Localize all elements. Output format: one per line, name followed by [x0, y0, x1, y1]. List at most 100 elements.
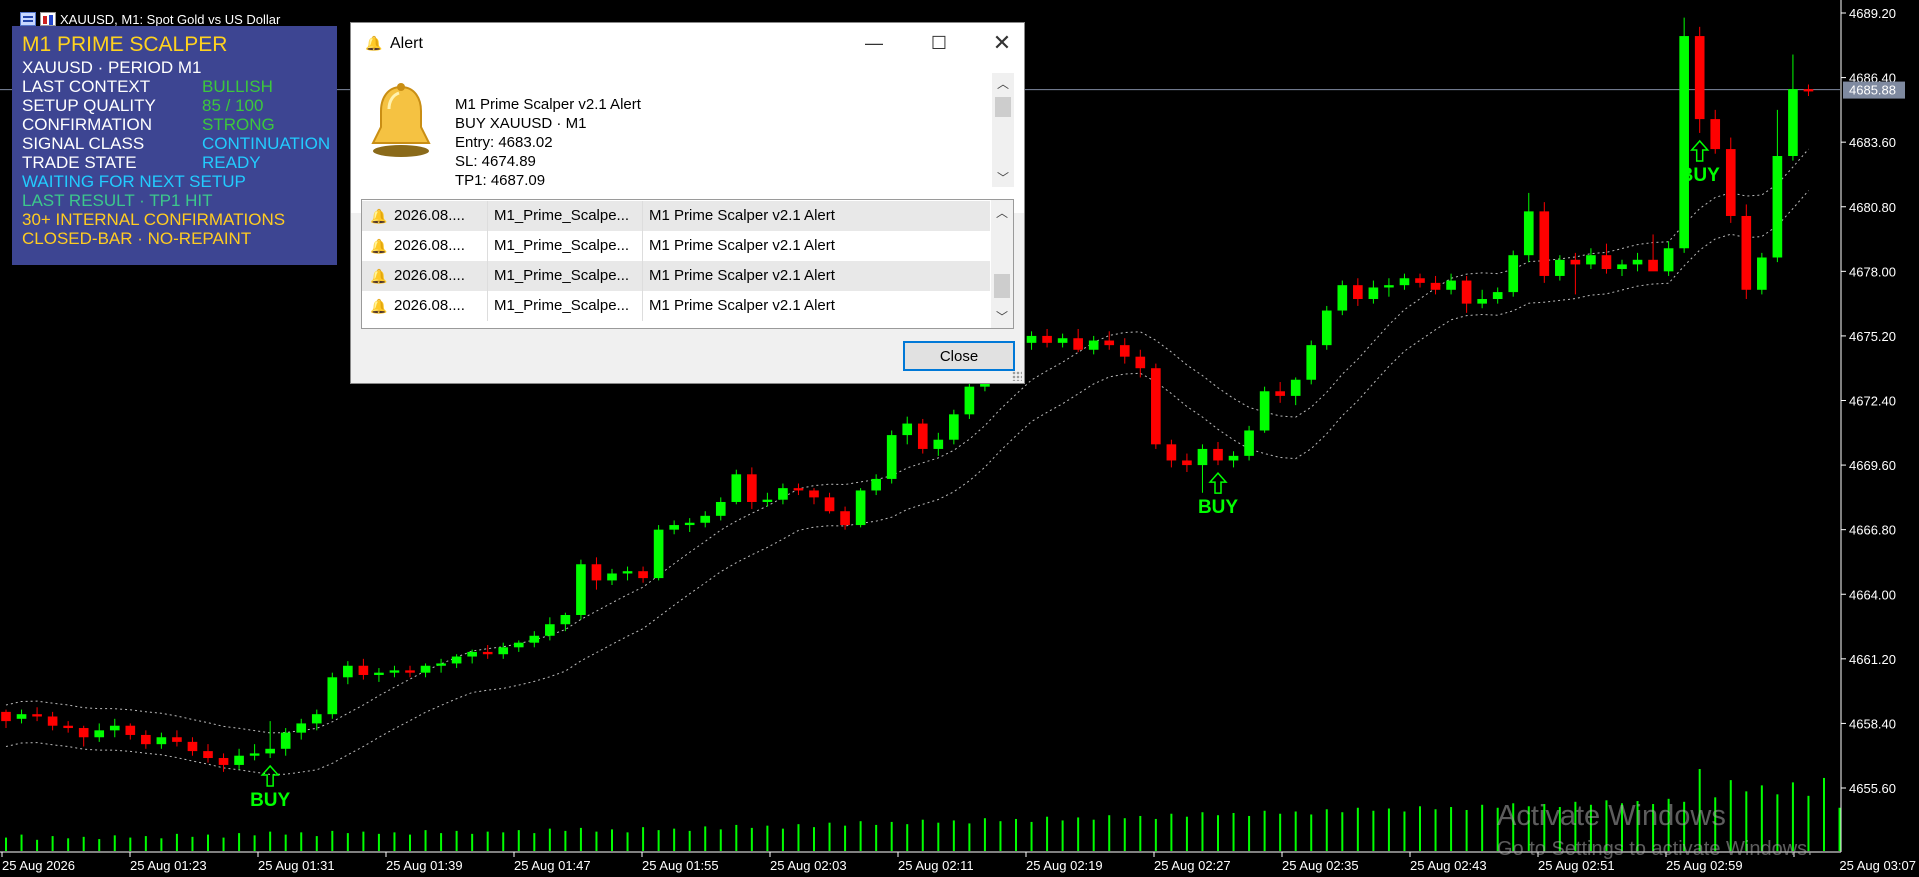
scroll-up-arrow-icon[interactable]: ︿ [991, 202, 1013, 222]
scroll-down-arrow-icon[interactable]: ﹀ [991, 306, 1013, 326]
resize-grip-icon[interactable] [1012, 371, 1022, 381]
candle [871, 474, 881, 496]
candle-body [47, 716, 58, 726]
candle-body [436, 663, 446, 666]
candle [1461, 275, 1472, 313]
candle-body [32, 714, 42, 717]
candle [1166, 439, 1177, 468]
alert-history-list[interactable]: 🔔 2026.08.... M1_Prime_Scalpe... M1 Prim… [361, 199, 1014, 329]
candle [1601, 243, 1612, 274]
menu-icon[interactable] [20, 12, 36, 26]
candle [451, 654, 462, 669]
candle [545, 617, 555, 641]
list-item[interactable]: 🔔 2026.08.... M1_Prime_Scalpe... M1 Prim… [362, 261, 990, 291]
candle [63, 721, 73, 733]
list-item[interactable]: 🔔 2026.08.... M1_Prime_Scalpe... M1 Prim… [362, 231, 990, 261]
candle [218, 753, 229, 772]
candle-body [1757, 257, 1767, 290]
candle-body [109, 725, 120, 731]
candle [1321, 305, 1332, 350]
dialog-title-bar[interactable]: 🔔 Alert — ☐ ✕ [351, 23, 1024, 63]
message-scrollbar[interactable]: ︿ ﹀ [992, 73, 1014, 187]
candle [78, 725, 89, 747]
alert-dialog[interactable]: 🔔 Alert — ☐ ✕ M1 Prime Scalper v2.1 Aler… [350, 22, 1025, 384]
candle [327, 672, 338, 719]
price-tick-label: 4689.20 [1849, 6, 1896, 21]
candle-body [917, 423, 928, 449]
candle [467, 649, 477, 664]
candle-body [840, 511, 850, 526]
candle [1663, 241, 1674, 276]
candle [1648, 234, 1658, 272]
candle [498, 642, 509, 659]
chart-window-icon[interactable] [40, 12, 56, 26]
candle [1088, 335, 1099, 355]
candle-body [405, 670, 415, 673]
candle [1197, 444, 1208, 493]
candle [560, 612, 571, 632]
candle-body [855, 490, 866, 526]
candle [141, 730, 151, 749]
scroll-thumb[interactable] [994, 274, 1010, 298]
price-tick-label: 4669.60 [1849, 458, 1896, 473]
panel-label: LAST CONTEXT [22, 77, 151, 96]
candle [1104, 331, 1115, 350]
candle-body [1306, 345, 1317, 380]
close-window-button[interactable]: ✕ [980, 27, 1024, 59]
candle-body [545, 624, 555, 636]
alert-source: M1_Prime_Scalpe... [488, 231, 643, 261]
time-tick-label: 25 Aug 01:55 [642, 858, 719, 873]
candle [1679, 17, 1689, 253]
candle [529, 631, 540, 648]
candle [1508, 250, 1519, 297]
time-tick-label: 25 Aug 2026 [2, 858, 75, 873]
candle-body [684, 522, 695, 526]
indicator-info-panel: M1 PRIME SCALPER XAUUSD · PERIOD M1 LAST… [12, 26, 337, 265]
price-tick-label: 4680.80 [1849, 200, 1896, 215]
scroll-up-arrow-icon[interactable]: ︿ [992, 73, 1014, 93]
candle [1275, 382, 1285, 403]
candle-body [1290, 379, 1301, 396]
price-tick-label: 4666.80 [1849, 523, 1896, 538]
candle [949, 409, 959, 445]
candle [1492, 287, 1503, 304]
candle [343, 661, 353, 685]
candle-body [451, 656, 462, 664]
candle [1632, 252, 1643, 272]
candle-body [1648, 259, 1658, 272]
candle-body [1570, 259, 1581, 265]
list-item[interactable]: 🔔 2026.08.... M1_Prime_Scalpe... M1 Prim… [362, 291, 990, 321]
list-item[interactable]: 🔔 2026.08.... M1_Prime_Scalpe... M1 Prim… [362, 201, 990, 231]
candle [1384, 278, 1394, 297]
candle-body [1477, 299, 1487, 304]
candle [374, 668, 384, 682]
candle [436, 658, 446, 673]
candle-body [1663, 248, 1674, 272]
candle [1803, 84, 1814, 97]
list-scrollbar[interactable]: ︿ ﹀ [991, 200, 1013, 328]
candle-body [1, 711, 11, 722]
close-button[interactable]: Close [903, 341, 1015, 371]
candle [715, 497, 726, 521]
scroll-down-arrow-icon[interactable]: ﹀ [992, 167, 1014, 187]
price-tick-label: 4672.40 [1849, 394, 1896, 409]
minimize-button[interactable]: — [852, 27, 896, 59]
bell-icon: 🔔 [365, 35, 383, 51]
maximize-button[interactable]: ☐ [917, 27, 961, 59]
alert-time: 2026.08.... [362, 201, 488, 231]
alert-time: 2026.08.... [362, 231, 488, 261]
panel-row-signal-class: SIGNAL CLASS CONTINUATION [22, 134, 330, 153]
candle [591, 557, 602, 590]
time-tick-label: 25 Aug 02:03 [770, 858, 847, 873]
alert-message: M1 Prime Scalper v2.1 Alert [649, 297, 835, 314]
candle [1182, 453, 1192, 473]
candle [1119, 338, 1130, 364]
candle-body [1197, 448, 1208, 466]
panel-label: SIGNAL CLASS [22, 134, 145, 153]
candle [793, 483, 804, 496]
scroll-thumb[interactable] [995, 97, 1011, 117]
candle-body [311, 714, 322, 724]
candle-body [1679, 36, 1689, 249]
candle [1290, 377, 1301, 406]
price-tick-label: 4675.20 [1849, 329, 1896, 344]
